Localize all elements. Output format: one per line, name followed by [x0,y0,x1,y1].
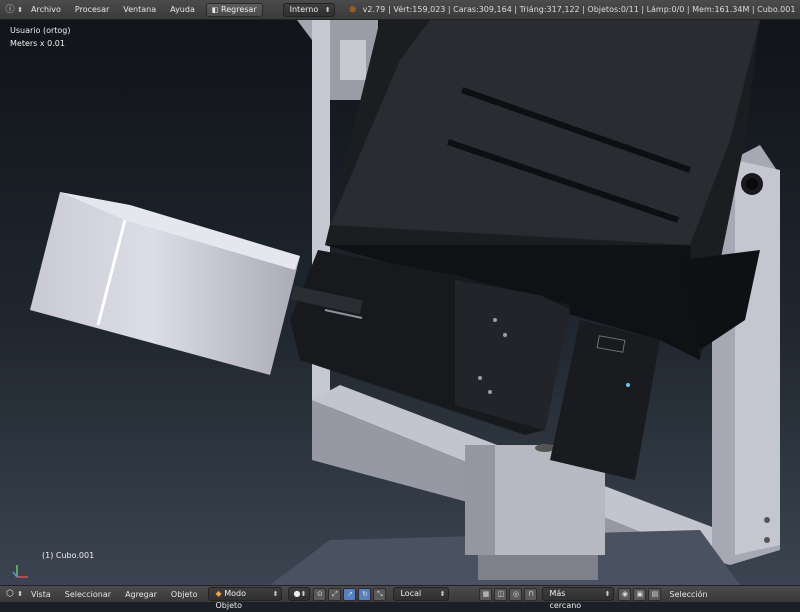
mode-select[interactable]: ◆ Modo Objeto [208,587,283,610]
3d-viewport[interactable]: Usuario (ortog) Meters x 0.01 [0,20,800,585]
3d-view-icon[interactable]: ⬡ [4,588,16,600]
manipulator-toggle-icon[interactable]: ⤢ [328,587,342,601]
rotate-manipulator-icon[interactable]: ↻ [358,587,372,601]
info-icon[interactable]: ⓘ [4,4,16,16]
servo-screw [478,376,482,380]
camera-icon[interactable]: ▣ [633,587,647,601]
snap-target-select[interactable]: Más cercano [542,587,615,610]
menu-archivo[interactable]: Archivo [24,0,68,20]
blender-logo-icon: ⊛ [348,4,357,15]
render-clip-icon[interactable]: ▤ [648,587,662,601]
frame-screw [764,517,770,523]
servo-housing-face [455,280,570,430]
status-led [626,383,630,387]
object-mode-icon: ◆ [215,589,225,598]
top-servo-face [340,40,366,80]
active-object-label: (1) Cubo.001 [42,551,95,560]
render-preview-icon[interactable]: ◉ [618,587,632,601]
info-header: ⓘ ⬍ Archivo Procesar Ventana Ayuda ◧ Reg… [0,0,800,20]
menu-ventana[interactable]: Ventana [116,0,163,20]
menu-agregar[interactable]: Agregar [118,586,164,603]
menu-procesar[interactable]: Procesar [68,0,116,20]
selection-label: Selección [669,589,708,599]
version-label: v2.79 [362,5,386,14]
servo-screw [488,390,492,394]
frame-screw [764,537,770,543]
menu-vista[interactable]: Vista [24,586,58,603]
electronics-box [550,320,660,480]
servo-screw [493,318,497,322]
lock-camera-icon[interactable]: ◫ [494,587,508,601]
scene-stats: | Vért:159,023 | Caras:309,164 | Triáng:… [388,5,796,14]
base-foot [478,555,598,580]
base-column-side [465,445,495,555]
frame-right-post-face [735,160,780,555]
pivot-point-icon[interactable]: ⊙ [313,587,327,601]
editor-type-chevron-icon[interactable]: ⬍ [16,4,24,16]
scale-manipulator-icon[interactable]: ⤡ [373,587,387,601]
back-icon: ◧ [211,5,219,14]
render-engine-select[interactable]: Interno [282,2,335,17]
3d-view-header: ⬡ ⬍ Vista Seleccionar Agregar Objeto ◆ M… [0,585,800,610]
scene-render [12,20,780,585]
frame-pivot-hole-inner [746,178,758,190]
translate-manipulator-icon[interactable]: ↗ [343,587,357,601]
viewport-shading-select[interactable]: ● [288,587,311,601]
menu-objeto[interactable]: Objeto [164,586,205,603]
view-name-label: Usuario (ortog) [10,26,71,35]
transform-orientation-select[interactable]: Local [393,587,450,601]
snap-magnet-icon[interactable]: ⊓ [524,587,538,601]
back-button[interactable]: ◧ Regresar [205,2,263,17]
menu-ayuda[interactable]: Ayuda [163,0,202,20]
shading-solid-icon: ● [293,589,301,598]
layers-icon[interactable]: ▦ [479,587,493,601]
proportional-edit-icon[interactable]: ◎ [509,587,523,601]
menu-seleccionar[interactable]: Seleccionar [58,586,118,603]
editor-type-chevron-icon[interactable]: ⬍ [16,588,24,600]
servo-screw [503,333,507,337]
back-button-label: Regresar [221,4,257,14]
units-label: Meters x 0.01 [10,39,65,48]
